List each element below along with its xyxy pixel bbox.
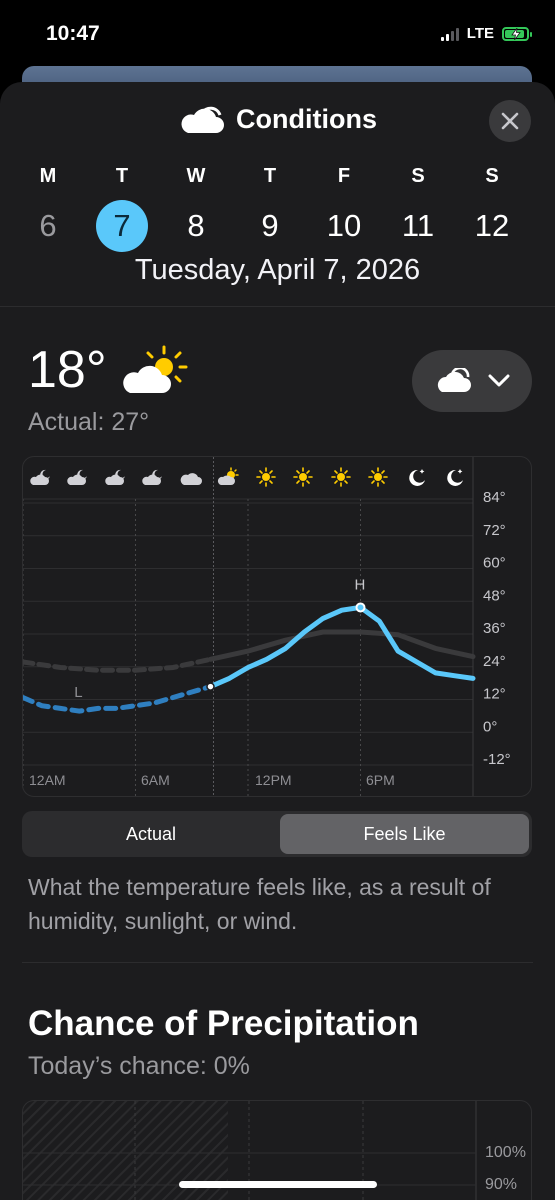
actual-temperature-line-past	[23, 656, 213, 673]
actual-feels-like-toggle: Actual Feels Like	[22, 811, 532, 857]
cloud-icon	[181, 106, 224, 133]
moon-icon	[409, 469, 425, 486]
y-axis-label: 84°	[483, 489, 506, 506]
y-axis-label: 36°	[483, 620, 506, 637]
actual-toggle-option[interactable]: Actual	[25, 814, 277, 854]
day-letter: F	[337, 165, 351, 187]
feels-like-toggle-option[interactable]: Feels Like	[280, 814, 529, 854]
divider	[22, 962, 533, 963]
selected-date: Tuesday, April 7, 2026	[134, 254, 421, 286]
divider	[0, 306, 555, 307]
day-item[interactable]: S 11	[388, 162, 448, 252]
status-bar: 10:47 LTE	[0, 0, 555, 70]
close-icon	[501, 112, 519, 130]
current-temperature: 18°	[28, 341, 107, 399]
cloud-icon	[180, 473, 202, 485]
feels-like-line-past	[23, 684, 213, 714]
day-letter: T	[115, 165, 129, 187]
current-point	[206, 682, 215, 691]
status-indicators: LTE	[440, 25, 532, 42]
home-indicator[interactable]	[179, 1181, 377, 1188]
day-item[interactable]: T9	[240, 162, 300, 252]
day-number: 12	[474, 208, 510, 243]
y-axis-label: 12°	[483, 686, 506, 703]
day-letter: M	[39, 165, 57, 187]
day-number: 11	[401, 208, 435, 243]
day-number-selected: 7	[96, 200, 148, 252]
low-label: L	[74, 684, 82, 701]
sun-icon	[368, 467, 388, 487]
day-number: 9	[261, 208, 279, 243]
y-axis-label: 72°	[483, 522, 506, 539]
y-axis-label: 60°	[483, 555, 506, 572]
temperature-chart-svg: 84° 72° 60° 48° 36° 24° 12° 0° -12° 12AM 6AM 12PM 6P…	[23, 457, 511, 796]
precip-axis-label: 90%	[485, 1176, 517, 1193]
sun-icon	[331, 467, 351, 487]
day-item[interactable]: 1	[536, 162, 555, 252]
x-axis-label: 12PM	[255, 772, 292, 788]
day-item[interactable]: T7	[92, 162, 152, 252]
day-number: 6	[39, 208, 57, 243]
day-number: 1	[540, 200, 555, 252]
close-button[interactable]	[489, 100, 531, 142]
day-item[interactable]: W8	[166, 162, 226, 252]
cloud-sun-icon	[217, 467, 239, 485]
cloud-icon	[437, 368, 471, 392]
high-point	[355, 602, 366, 613]
cloud-moon-icon	[67, 469, 87, 485]
day-letter: S	[411, 165, 425, 187]
battery-charging-icon	[502, 26, 532, 41]
y-axis-label: 24°	[483, 653, 506, 670]
cloud-moon-icon	[30, 469, 50, 485]
y-axis-label: -12°	[483, 751, 511, 768]
partly-cloudy-sun-icon	[123, 345, 188, 393]
actual-temperature: Actual: 27°	[28, 408, 150, 436]
day-number: 10	[326, 208, 362, 243]
high-label: H	[355, 576, 366, 593]
conditions-sheet: Conditions M6T7W8T9F10S11S121 Tuesday, A…	[0, 82, 555, 1200]
x-axis-label: 12AM	[29, 772, 66, 788]
feels-like-description: What the temperature feels like, as a re…	[28, 874, 491, 934]
network-type: LTE	[466, 25, 494, 42]
day-letter	[536, 162, 555, 190]
x-axis-label: 6PM	[366, 772, 395, 788]
day-letter: W	[186, 165, 206, 187]
precipitation-subtitle: Today’s chance: 0%	[28, 1052, 250, 1080]
sun-icon	[256, 467, 276, 487]
status-time: 10:47	[46, 22, 100, 45]
precipitation-title: Chance of Precipitation	[28, 1004, 419, 1043]
moon-icon	[447, 469, 463, 486]
day-item[interactable]: M6	[18, 162, 78, 252]
condition-picker-button[interactable]	[412, 350, 532, 412]
y-axis-label: 0°	[483, 718, 497, 735]
day-number: 8	[187, 208, 205, 243]
sun-icon	[293, 467, 313, 487]
day-letter: S	[485, 165, 499, 187]
day-item[interactable]: S 12	[462, 162, 522, 252]
y-axis-label: 48°	[483, 587, 506, 604]
day-item[interactable]: F 10	[314, 162, 374, 252]
chevron-down-icon	[488, 374, 510, 387]
temperature-chart[interactable]: 84° 72° 60° 48° 36° 24° 12° 0° -12° 12AM 6AM 12PM 6P…	[22, 456, 532, 797]
cloud-moon-icon	[105, 469, 125, 485]
cellular-signal-icon	[440, 27, 459, 41]
cloud-moon-icon	[142, 469, 162, 485]
actual-temperature-line	[208, 629, 476, 662]
day-selector: M6T7W8T9F10S11S121	[10, 162, 555, 252]
day-letter: T	[263, 165, 277, 187]
x-axis-label: 6AM	[141, 772, 170, 788]
precip-axis-label: 100%	[485, 1144, 526, 1161]
sheet-title: Conditions	[236, 104, 377, 134]
sheet-header: Conditions	[0, 82, 555, 142]
